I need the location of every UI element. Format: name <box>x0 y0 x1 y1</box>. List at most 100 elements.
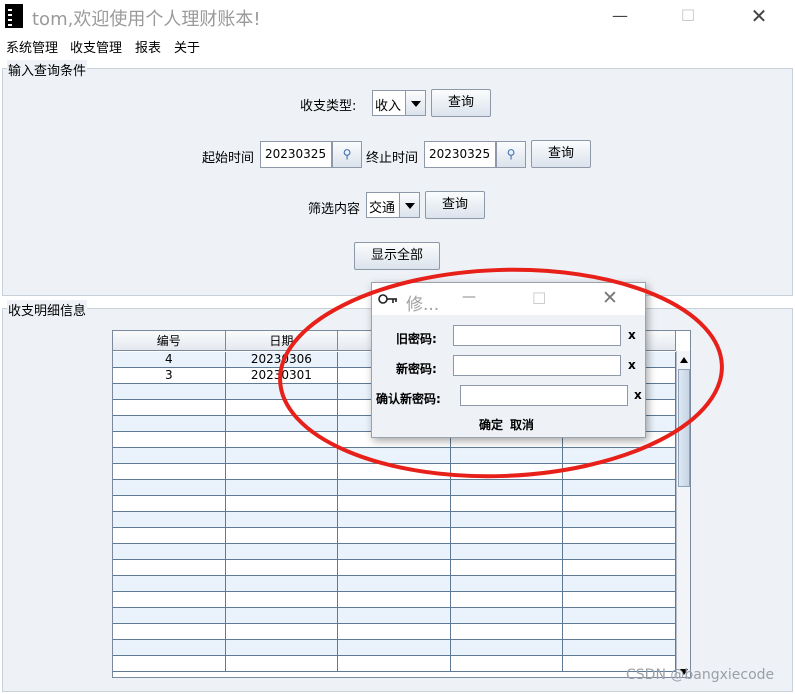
end-time-input[interactable]: 20230325 <box>424 141 496 168</box>
vertical-scrollbar[interactable] <box>676 351 690 677</box>
table-cell <box>451 576 564 591</box>
table-cell <box>338 528 451 543</box>
table-row[interactable] <box>113 480 676 496</box>
table-row[interactable] <box>113 560 676 576</box>
table-cell <box>113 592 226 607</box>
table-cell <box>451 592 564 607</box>
table-row[interactable] <box>113 528 676 544</box>
minimize-button[interactable]: — <box>597 4 643 28</box>
table-cell <box>563 544 676 559</box>
ok-button[interactable]: 确定 <box>479 416 503 433</box>
table-row[interactable] <box>113 448 676 464</box>
date-picker-icon[interactable]: ⚲ <box>496 141 526 168</box>
table-cell <box>113 608 226 623</box>
table-cell <box>451 544 564 559</box>
column-header[interactable]: 日期 <box>226 331 339 350</box>
column-header[interactable]: 编号 <box>113 331 226 350</box>
menu-about[interactable]: 关于 <box>174 37 200 56</box>
table-cell: 20230306 <box>226 352 339 367</box>
table-cell <box>338 560 451 575</box>
table-cell <box>226 464 339 479</box>
table-cell <box>563 528 676 543</box>
table-cell <box>226 496 339 511</box>
table-row[interactable] <box>113 576 676 592</box>
chevron-down-icon[interactable] <box>405 91 425 115</box>
scroll-thumb[interactable] <box>678 369 690 487</box>
menu-system[interactable]: 系统管理 <box>6 37 58 56</box>
scroll-up-icon[interactable] <box>680 357 688 363</box>
type-combo[interactable]: 收入 <box>372 90 426 116</box>
query-filter-button[interactable]: 查询 <box>425 191 485 219</box>
filter-label: 筛选内容 <box>308 202 361 217</box>
table-cell <box>113 528 226 543</box>
menu-bar: 系统管理 收支管理 报表 关于 <box>0 33 795 57</box>
clear-confirm-password-button[interactable]: x <box>634 388 642 402</box>
table-cell <box>338 448 451 463</box>
table-cell <box>563 512 676 527</box>
table-cell <box>451 480 564 495</box>
table-row[interactable] <box>113 656 676 672</box>
query-panel-title: 输入查询条件 <box>7 60 88 79</box>
start-time-label: 起始时间 <box>202 151 255 166</box>
table-cell <box>451 528 564 543</box>
app-icon <box>5 4 23 28</box>
dialog-body: 旧密码: x 新密码: x 确认新密码: x 确定 取消 <box>372 315 645 437</box>
cancel-button[interactable]: 取消 <box>510 416 534 433</box>
table-cell <box>226 656 339 671</box>
date-picker-icon[interactable]: ⚲ <box>332 141 362 168</box>
table-cell <box>226 432 339 447</box>
clear-new-password-button[interactable]: x <box>628 358 636 372</box>
table-cell <box>338 576 451 591</box>
table-cell <box>113 464 226 479</box>
table-cell <box>563 480 676 495</box>
table-cell <box>451 608 564 623</box>
query-date-button[interactable]: 查询 <box>531 140 591 168</box>
table-cell <box>563 464 676 479</box>
dialog-maximize-button[interactable]: ☐ <box>532 289 546 308</box>
table-cell <box>338 480 451 495</box>
table-row[interactable] <box>113 544 676 560</box>
table-cell <box>113 400 226 415</box>
dialog-close-button[interactable]: ✕ <box>602 287 618 309</box>
filter-combo[interactable]: 交通 <box>366 192 420 218</box>
table-cell <box>226 576 339 591</box>
table-cell <box>113 560 226 575</box>
menu-report[interactable]: 报表 <box>135 37 161 56</box>
chevron-down-icon[interactable] <box>399 193 419 217</box>
confirm-password-field[interactable] <box>460 385 628 406</box>
table-cell <box>113 384 226 399</box>
table-cell <box>563 640 676 655</box>
table-cell <box>563 592 676 607</box>
show-all-button[interactable]: 显示全部 <box>354 242 440 270</box>
table-cell <box>338 608 451 623</box>
table-cell <box>226 448 339 463</box>
menu-finance[interactable]: 收支管理 <box>70 37 122 56</box>
table-cell <box>451 624 564 639</box>
new-password-label: 新密码: <box>396 362 437 376</box>
table-cell <box>226 608 339 623</box>
table-row[interactable] <box>113 512 676 528</box>
table-cell <box>113 496 226 511</box>
table-cell <box>338 496 451 511</box>
start-time-input[interactable]: 20230325 <box>260 141 332 168</box>
new-password-field[interactable] <box>453 355 621 376</box>
table-cell <box>451 464 564 479</box>
table-row[interactable] <box>113 624 676 640</box>
table-cell <box>338 592 451 607</box>
table-row[interactable] <box>113 496 676 512</box>
table-row[interactable] <box>113 464 676 480</box>
clear-old-password-button[interactable]: x <box>628 328 636 342</box>
table-cell <box>338 512 451 527</box>
query-type-button[interactable]: 查询 <box>431 89 491 117</box>
close-button[interactable]: ✕ <box>736 4 782 28</box>
table-row[interactable] <box>113 608 676 624</box>
table-row[interactable] <box>113 640 676 656</box>
table-row[interactable] <box>113 592 676 608</box>
maximize-button[interactable]: ☐ <box>665 4 711 28</box>
old-password-field[interactable] <box>453 325 621 346</box>
table-cell <box>563 560 676 575</box>
table-cell <box>226 512 339 527</box>
detail-panel-title: 收支明细信息 <box>7 300 88 319</box>
table-cell <box>113 624 226 639</box>
dialog-minimize-button[interactable]: — <box>462 289 476 305</box>
